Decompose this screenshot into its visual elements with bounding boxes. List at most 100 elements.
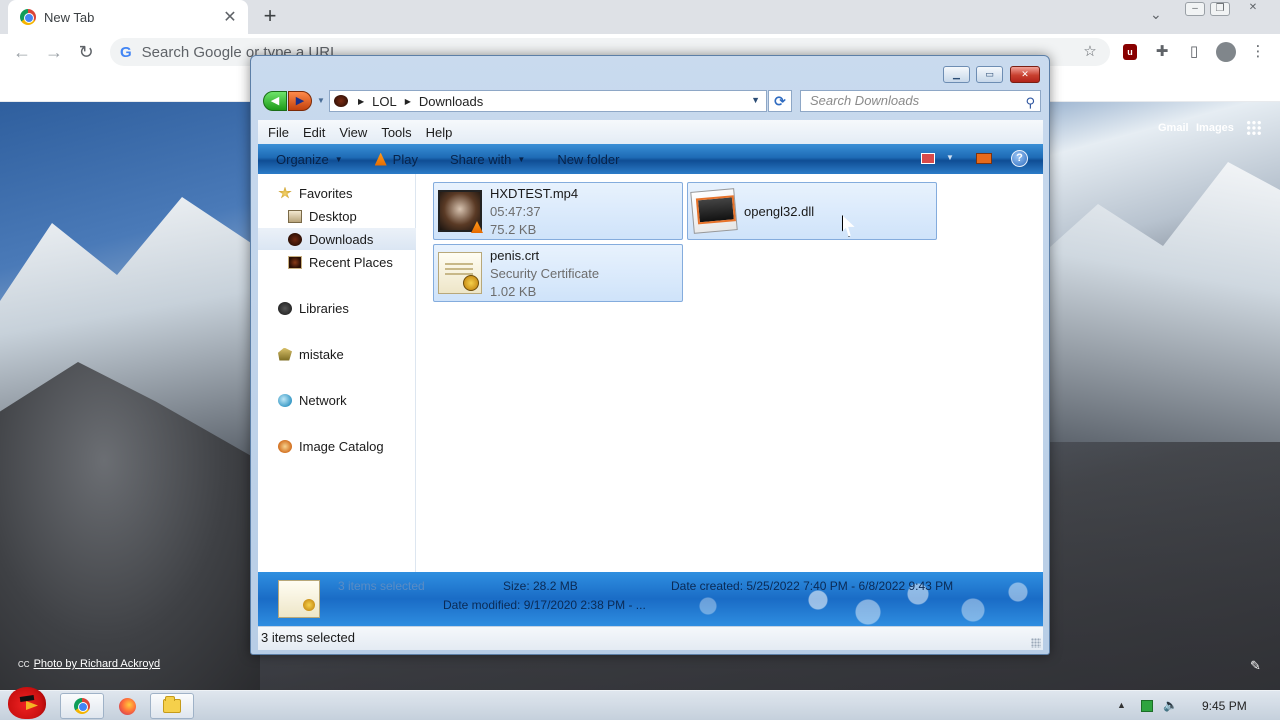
recent-pages-dropdown-icon[interactable]: ▼ [317,96,325,105]
libraries-icon [278,301,292,315]
taskbar-firefox[interactable] [105,693,149,719]
restore-browser-button[interactable]: ❐ [1210,2,1230,16]
side-panel-icon[interactable]: ▯ [1184,42,1204,62]
file-size: 1.02 KB [490,284,537,299]
nav-label: Downloads [309,231,374,247]
close-window-button[interactable]: ✕ [1010,66,1040,83]
forward-icon[interactable]: → [42,40,66,64]
address-dropdown-icon[interactable]: ▼ [751,95,760,105]
share-with-label: Share with [449,151,512,167]
nav-desktop[interactable]: Desktop [258,205,416,227]
change-view-icon[interactable] [921,153,935,164]
details-selected-count: 3 items selected [338,579,425,593]
nav-network[interactable]: Network [258,389,416,411]
folder-bug-icon [334,95,348,107]
close-tab-icon[interactable]: ✕ [222,7,238,27]
google-icon: G [120,43,132,61]
maximize-window-button[interactable]: ▭ [976,66,1003,83]
file-name: opengl32.dll [744,204,815,219]
file-size: 75.2 KB [490,222,537,237]
nav-recent-places[interactable]: Recent Places [258,251,416,273]
menu-tools[interactable]: Tools [381,125,411,140]
tab-title: New Tab [44,9,95,25]
images-link[interactable]: Images [1196,122,1234,134]
view-dropdown-icon[interactable]: ▼ [946,153,954,162]
video-thumbnail-icon [438,190,482,232]
reload-icon[interactable]: ↻ [74,40,98,64]
close-browser-button[interactable]: ✕ [1243,2,1263,16]
organize-button[interactable]: Organize ▼ [276,152,343,167]
breadcrumb-lol[interactable]: LOL [372,94,397,109]
address-bar[interactable]: ▶ LOL ▶ Downloads ▼ [329,90,767,112]
nav-favorites[interactable]: Favorites [258,182,416,204]
user-folder-icon [278,347,292,361]
chevron-right-icon[interactable]: ▶ [405,97,411,106]
nav-image-catalog[interactable]: Image Catalog [258,435,416,457]
nav-label: Desktop [309,208,357,224]
nav-libraries[interactable]: Libraries [258,297,416,319]
menu-edit[interactable]: Edit [303,125,325,140]
search-input[interactable]: Search Downloads ⚲ [800,90,1041,112]
gmail-link[interactable]: Gmail [1158,122,1189,134]
file-type: Security Certificate [490,266,600,281]
folder-icon [163,696,181,713]
google-apps-icon[interactable] [1246,120,1262,136]
taskbar: ▲ 🔈 9:45 PM [0,687,1280,720]
bookmark-star-icon[interactable]: ☆ [1080,42,1100,62]
menu-bar: File Edit View Tools Help [258,120,1043,144]
menu-view[interactable]: View [339,125,367,140]
menu-kebab-icon[interactable]: ⋮ [1248,42,1268,62]
minimize-browser-button[interactable]: – [1185,2,1205,16]
search-placeholder: Search Downloads [810,93,920,108]
image-catalog-icon [278,439,292,453]
start-button[interactable] [4,685,50,720]
back-icon[interactable]: ← [10,40,34,64]
file-tile-crt[interactable]: penis.crt Security Certificate 1.02 KB [433,244,683,302]
creative-commons-icon: CC [18,660,30,669]
nav-downloads[interactable]: Downloads [258,228,416,250]
details-date-created: Date created: 5/25/2022 7:40 PM - 6/8/20… [671,579,954,593]
photo-credit-link[interactable]: Photo by Richard Ackroyd [34,658,161,670]
show-hidden-icons-icon[interactable]: ▲ [1117,700,1126,710]
menu-file[interactable]: File [268,125,289,140]
menu-help[interactable]: Help [426,125,453,140]
minimize-window-button[interactable]: ▁ [943,66,970,83]
chevron-down-icon: ▼ [334,154,343,164]
clock[interactable]: 9:45 PM [1202,699,1247,713]
volume-icon[interactable]: 🔈 [1163,698,1178,712]
extensions-icon[interactable]: ✚ [1152,42,1172,62]
file-tile-opengl32[interactable]: opengl32.dll [687,182,937,240]
chevron-right-icon[interactable]: ▶ [358,97,364,106]
tab-search-icon[interactable]: ⌄ [1150,6,1162,23]
help-icon[interactable]: ? [1011,150,1028,167]
new-tab-button[interactable]: + [258,4,282,30]
details-size: Size: 28.2 MB [503,579,578,593]
customize-pencil-icon[interactable]: ✎ [1250,658,1261,674]
refresh-icon[interactable]: ⟳ [768,90,792,112]
downloads-folder-icon [288,232,302,246]
tray-app-icon[interactable] [1141,700,1153,712]
back-arrow-icon[interactable]: ◀ [263,91,287,111]
share-with-button[interactable]: Share with ▼ [450,152,525,167]
star-icon [278,186,292,199]
play-button[interactable]: Play [374,152,418,167]
breadcrumb-downloads[interactable]: Downloads [419,94,483,109]
preview-pane-icon[interactable] [976,153,992,164]
nav-label: Network [299,392,347,408]
taskbar-chrome[interactable] [60,693,104,719]
profile-avatar[interactable] [1216,42,1236,62]
search-icon[interactable]: ⚲ [1025,93,1035,113]
nav-label: Libraries [299,300,349,316]
file-tile-hxdtest[interactable]: HXDTEST.mp4 05:47:37 75.2 KB [433,182,683,240]
ublock-icon[interactable]: u [1123,44,1137,60]
details-date-modified: Date modified: 9/17/2020 2:38 PM - ... [443,598,646,612]
taskbar-explorer[interactable] [150,693,194,719]
forward-arrow-icon[interactable]: ▶ [288,91,312,111]
resize-grip-icon[interactable] [1031,638,1041,648]
tab-new-tab[interactable]: New Tab ✕ [8,0,248,34]
file-list: HXDTEST.mp4 05:47:37 75.2 KB opengl32.dl… [424,174,1043,572]
nav-label: mistake [299,346,344,362]
new-folder-button[interactable]: New folder [557,152,619,167]
file-duration: 05:47:37 [490,204,541,219]
nav-user[interactable]: mistake [258,343,416,365]
